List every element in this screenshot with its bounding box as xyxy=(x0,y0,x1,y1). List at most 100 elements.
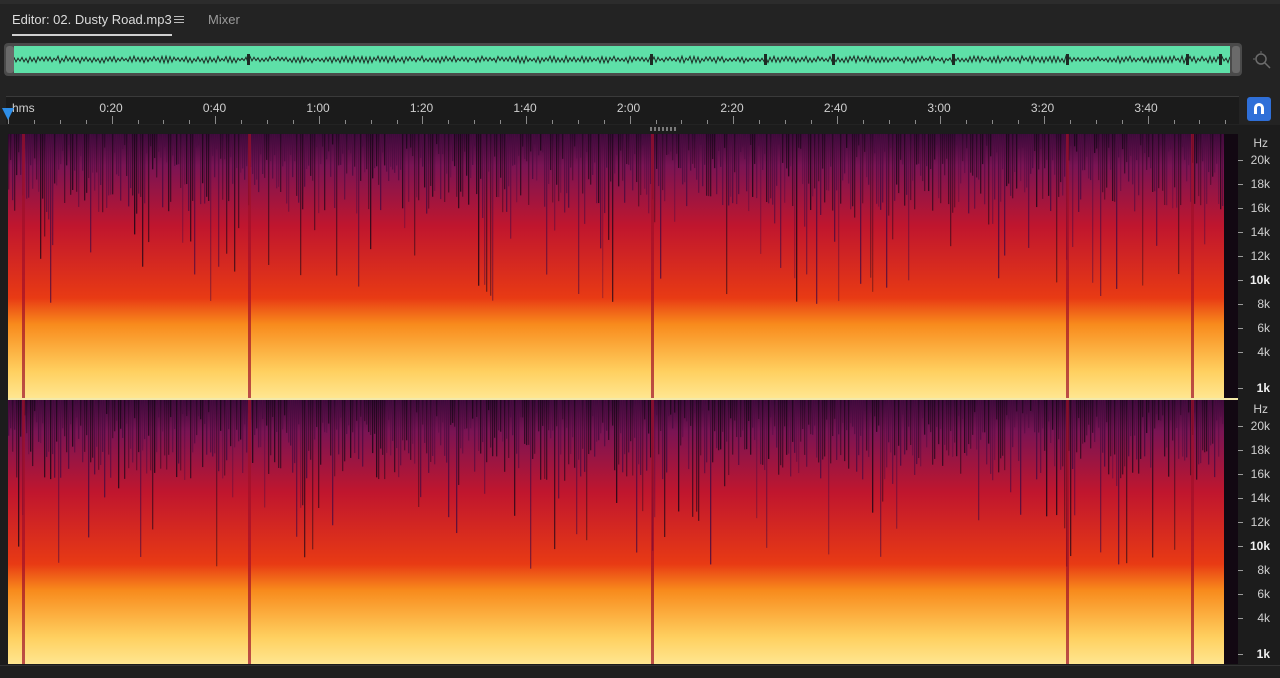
tab-editor-label: Editor: 02. Dusty Road.mp3 xyxy=(12,12,172,27)
ruler-tick xyxy=(1095,120,1097,124)
ruler-tick xyxy=(422,116,424,124)
frequency-label: 14k xyxy=(1250,225,1270,239)
frequency-tick xyxy=(1238,546,1243,547)
frequency-label: 8k xyxy=(1257,563,1270,577)
frequency-tick xyxy=(1238,474,1243,475)
hamburger-menu-icon[interactable] xyxy=(174,16,184,24)
frequency-tick xyxy=(1238,232,1243,233)
ruler-tick xyxy=(810,120,812,124)
ruler-label: 1:40 xyxy=(513,101,537,115)
frequency-tick xyxy=(1238,304,1243,305)
ruler-tick xyxy=(862,120,864,124)
frequency-label: 8k xyxy=(1257,297,1270,311)
active-tab-underline xyxy=(12,34,172,36)
frequency-label: 20k xyxy=(1250,153,1270,167)
ruler-label: 1:00 xyxy=(306,101,330,115)
ruler-label: 0:20 xyxy=(99,101,123,115)
overview-waveform-trace xyxy=(14,54,1230,65)
ruler-tick xyxy=(836,116,838,124)
ruler-tick xyxy=(370,120,372,124)
ruler-tick xyxy=(759,120,761,124)
frequency-label: 4k xyxy=(1257,345,1270,359)
ruler-tick xyxy=(267,120,268,124)
frequency-tick xyxy=(1238,498,1243,499)
tab-mixer[interactable]: Mixer xyxy=(208,12,240,27)
ruler-tick xyxy=(163,120,165,124)
hz-unit-label: Hz xyxy=(1253,402,1268,416)
ruler-tick xyxy=(681,120,683,124)
ruler-label: 1:20 xyxy=(409,101,434,115)
ruler-tick xyxy=(1173,120,1175,124)
frequency-tick xyxy=(1238,570,1243,571)
ruler-tick xyxy=(137,120,139,124)
frequency-label: 16k xyxy=(1250,201,1270,215)
ruler-tick xyxy=(396,120,398,124)
ruler-tick xyxy=(785,120,786,124)
frequency-label: 14k xyxy=(1250,491,1270,505)
magnet-snap-icon[interactable] xyxy=(1247,97,1271,121)
frequency-label: 10k xyxy=(1249,539,1270,553)
frequency-tick xyxy=(1238,426,1243,427)
frequency-label: 1k xyxy=(1256,381,1270,395)
tab-mixer-label: Mixer xyxy=(208,12,240,27)
hz-unit-label: Hz xyxy=(1253,136,1268,150)
ruler-label: 0:40 xyxy=(202,101,227,115)
overview-right-handle[interactable] xyxy=(1232,46,1240,73)
frequency-label: 4k xyxy=(1257,611,1270,625)
playhead-marker-icon[interactable] xyxy=(2,108,14,120)
ruler-label: 2:20 xyxy=(720,101,744,115)
ruler-tick xyxy=(966,120,968,124)
ruler-tick xyxy=(318,116,320,124)
frequency-label: 18k xyxy=(1250,443,1270,457)
ruler-tick xyxy=(344,120,346,124)
frequency-tick xyxy=(1238,160,1243,161)
ruler-tick xyxy=(888,120,890,124)
spectrogram-right xyxy=(8,400,1238,664)
spectral-channel-left[interactable] xyxy=(8,134,1238,398)
spectrogram-left xyxy=(8,134,1238,398)
frequency-label: 12k xyxy=(1250,249,1270,263)
ruler-tick xyxy=(59,120,61,124)
ruler-tick xyxy=(215,116,217,124)
panel-resize-grip[interactable] xyxy=(650,127,678,131)
ruler-tick xyxy=(940,116,942,124)
ruler-tick xyxy=(500,120,502,124)
frequency-tick xyxy=(1238,280,1243,281)
ruler-label: 3:00 xyxy=(927,101,951,115)
ruler-tick xyxy=(733,116,735,124)
frequency-scale-left: Hz 20k 18k 16k 14k 12k 10k 8k 6k 4k 1k xyxy=(1238,134,1280,398)
ruler-tick xyxy=(992,120,994,124)
frequency-tick xyxy=(1238,328,1243,329)
ruler-tick xyxy=(448,120,450,124)
ruler-tick xyxy=(1121,120,1123,124)
frequency-tick xyxy=(1238,352,1243,353)
ruler-tick xyxy=(33,120,35,124)
frequency-label: 1k xyxy=(1256,647,1270,661)
frequency-label: 6k xyxy=(1257,321,1270,335)
overview-navigator[interactable] xyxy=(4,43,1242,76)
tab-editor[interactable]: Editor: 02. Dusty Road.mp3 xyxy=(12,12,172,36)
ruler-tick xyxy=(1044,116,1045,124)
time-ruler[interactable]: hms 0:20 0:40 1:00 1:20 1:40 2:00 2:20 2:40 3:00… xyxy=(6,96,1239,124)
ruler-tick xyxy=(1199,120,1201,124)
spectral-channel-right[interactable] xyxy=(8,400,1238,664)
frequency-tick xyxy=(1238,208,1243,209)
frequency-tick xyxy=(1238,654,1243,655)
ruler-label: 2:00 xyxy=(616,101,641,115)
zoom-in-icon[interactable] xyxy=(1252,50,1272,70)
ruler-tick xyxy=(1069,120,1071,124)
frequency-label: 20k xyxy=(1250,419,1270,433)
overview-left-handle[interactable] xyxy=(6,46,14,73)
ruler-tick xyxy=(707,120,709,124)
ruler-tick xyxy=(577,120,579,124)
ruler-tick xyxy=(292,120,294,124)
frequency-tick xyxy=(1238,522,1243,523)
ruler-tick xyxy=(655,120,657,124)
ruler-label: 3:20 xyxy=(1030,101,1055,115)
frequency-tick xyxy=(1238,388,1243,389)
frequency-tick xyxy=(1238,594,1243,595)
frequency-tick xyxy=(1238,618,1243,619)
ruler-tick xyxy=(85,120,87,124)
ruler-tick xyxy=(189,120,191,124)
frequency-scale-right: Hz 20k 18k 16k 14k 12k 10k 8k 6k 4k 1k xyxy=(1238,400,1280,664)
